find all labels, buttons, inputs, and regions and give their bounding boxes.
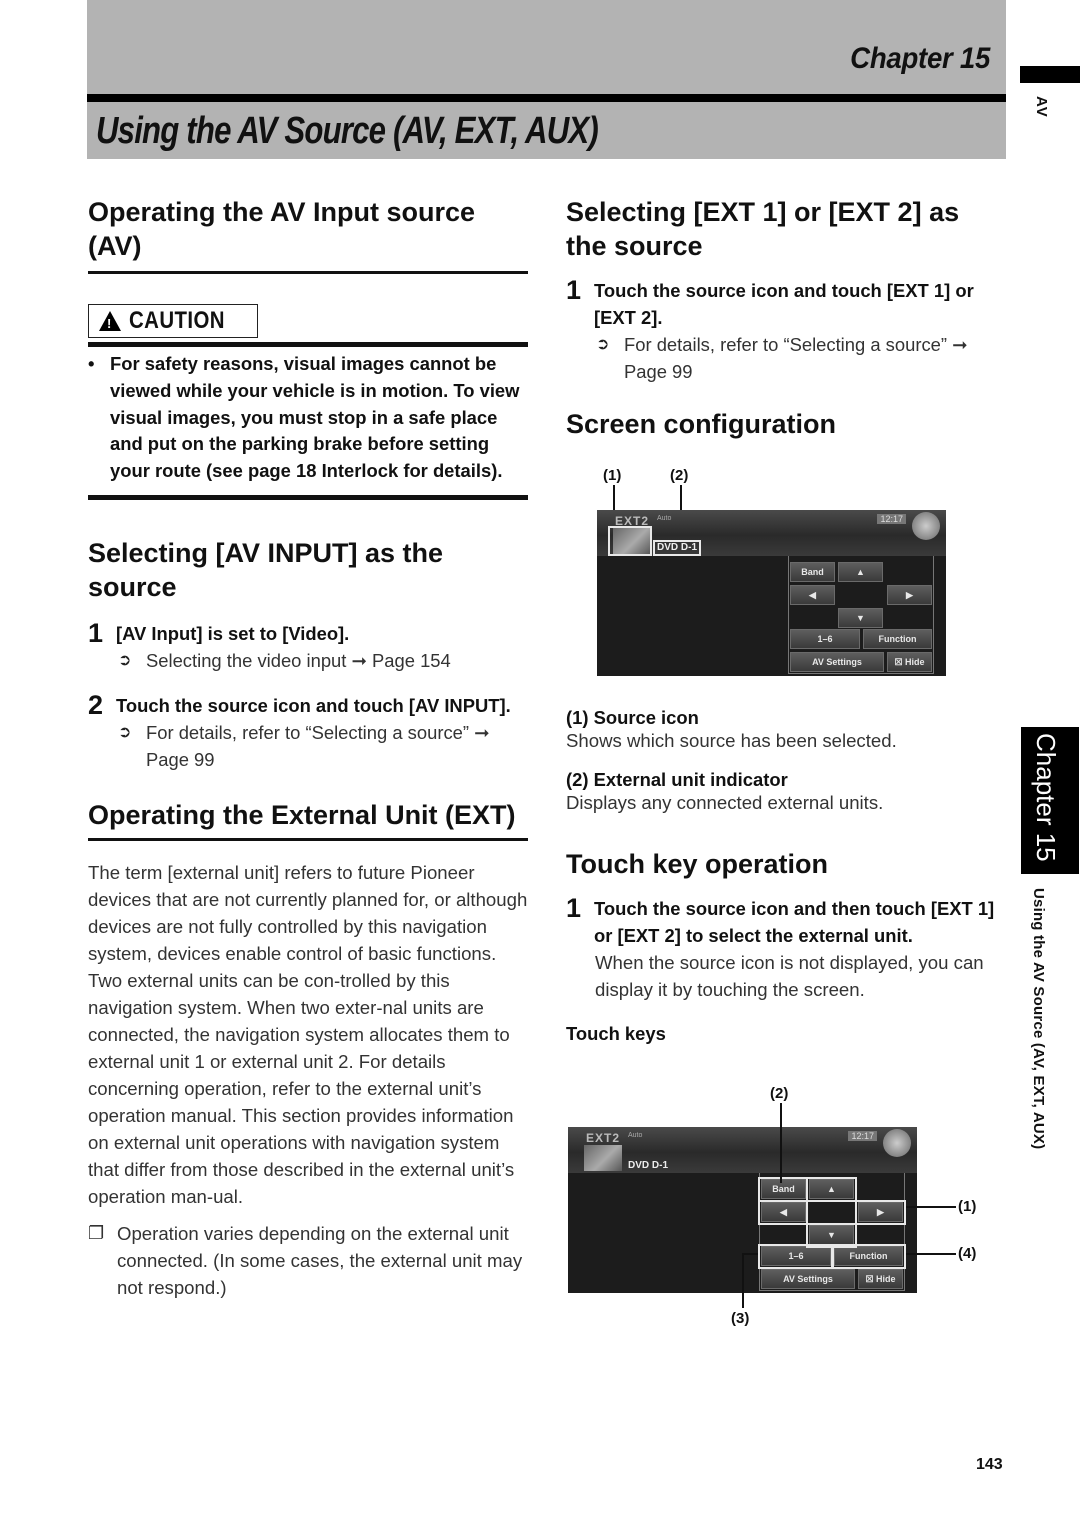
- chapter-tab-label: Chapter 15: [1031, 733, 1061, 862]
- step-1: 1 Touch the source icon and touch [EXT 1…: [566, 277, 1006, 331]
- step-text: Touch the source icon and touch [AV INPU…: [116, 694, 511, 716]
- hide-key[interactable]: ☒ Hide: [887, 652, 932, 672]
- left-column: Operating the AV Input source (AV) ! CAU…: [88, 195, 528, 1301]
- reference-arrow-icon: ➲: [118, 651, 132, 669]
- legend-label: (2) External unit indicator: [566, 769, 788, 790]
- legend-desc: Displays any connected external units.: [566, 792, 884, 813]
- heading-rule: [88, 271, 528, 274]
- step-ref: ➲ For details, refer to “Selecting a sou…: [118, 719, 528, 773]
- source-icon[interactable]: [584, 1145, 622, 1171]
- callout-leader: [906, 1206, 956, 1208]
- external-unit-description: The term [external unit] refers to futur…: [88, 861, 528, 1207]
- callout-leader: [742, 1253, 744, 1308]
- highlight-preset: [758, 1244, 834, 1269]
- touch-keys-heading: Touch keys: [566, 1023, 666, 1044]
- reference-arrow-icon: ➲: [596, 336, 610, 353]
- reference-link[interactable]: Selecting the video input ➞ Page 154: [146, 647, 451, 674]
- highlight-source-icon: [608, 526, 652, 556]
- legend-desc: Shows which source has been selected.: [566, 730, 897, 751]
- header-rule: [87, 94, 1006, 102]
- step-description: When the source icon is not displayed, y…: [595, 952, 984, 1000]
- highlight-indicator: [653, 540, 701, 556]
- callout-1: (1): [958, 1198, 977, 1215]
- external-unit-indicator: DVD D-1: [628, 1160, 669, 1171]
- step-1: 1 [AV Input] is set to [Video].: [88, 617, 528, 648]
- heading-av-input-source: Operating the AV Input source (AV): [88, 197, 476, 261]
- callout-3: (3): [731, 1310, 750, 1327]
- page-title: Using the AV Source (AV, EXT, AUX): [96, 110, 599, 152]
- heading-rule: [88, 837, 528, 841]
- page-number: 143: [976, 1456, 1003, 1473]
- clock: 12:17: [848, 1131, 877, 1141]
- up-key[interactable]: ▲: [838, 562, 883, 582]
- function-key[interactable]: Function: [863, 629, 932, 649]
- step-text: Touch the source icon and touch [EXT 1] …: [594, 280, 974, 328]
- section-tab-marker: [1020, 66, 1080, 83]
- av-settings-key[interactable]: AV Settings: [761, 1269, 855, 1289]
- right-key[interactable]: ▶: [887, 585, 932, 605]
- step-1: 1 Touch the source icon and then touch […: [566, 895, 1006, 949]
- callout-1: (1): [603, 467, 622, 484]
- source-sub: Auto: [657, 515, 672, 522]
- step-ref: ➲ For details, refer to “Selecting a sou…: [596, 331, 1006, 385]
- highlight-function: [831, 1244, 906, 1269]
- reference-link[interactable]: For details, refer to “Selecting a sourc…: [146, 719, 528, 773]
- caution-body: For safety reasons, visual images cannot…: [110, 353, 520, 482]
- callout-4: (4): [958, 1245, 977, 1262]
- step-number: 1: [566, 275, 582, 305]
- band-key[interactable]: Band: [790, 562, 835, 582]
- step-number: 1: [566, 893, 582, 923]
- callout-2: (2): [670, 467, 689, 484]
- callout-leader: [613, 485, 615, 511]
- caution-badge: ! CAUTION: [88, 304, 258, 338]
- heading-select-av-input: Selecting [AV INPUT] as the source: [88, 537, 444, 602]
- step-text: Touch the source icon and then touch [EX…: [594, 898, 995, 946]
- legend-label: (1) Source icon: [566, 707, 699, 728]
- step-2: 2 Touch the source icon and touch [AV IN…: [88, 689, 528, 720]
- callout-2: (2): [770, 1085, 789, 1102]
- warning-triangle-icon: !: [99, 311, 121, 331]
- note: ❐ Operation varies depending on the exte…: [88, 1220, 528, 1301]
- caution-text: • For safety reasons, visual images cann…: [88, 351, 528, 485]
- bullet-icon: •: [88, 353, 95, 374]
- caution-label: CAUTION: [129, 307, 225, 334]
- clock: 12:17: [877, 514, 906, 524]
- step-number: 1: [88, 617, 104, 648]
- right-column: Selecting [EXT 1] or [EXT 2] as the sour…: [566, 195, 1006, 441]
- highlight-direction-vertical: [806, 1177, 857, 1248]
- reference-link[interactable]: For details, refer to “Selecting a sourc…: [624, 331, 1006, 385]
- source-name: EXT2: [586, 1131, 621, 1145]
- note-box-icon: ❐: [88, 1222, 105, 1243]
- heading-touch-key-operation: Touch key operation: [566, 849, 829, 879]
- av-settings-key[interactable]: AV Settings: [790, 652, 884, 672]
- logo-icon: [912, 512, 940, 540]
- heading-screen-configuration: Screen configuration: [566, 409, 837, 439]
- heading-select-ext: Selecting [EXT 1] or [EXT 2] as the sour…: [566, 197, 960, 261]
- callout-leader: [742, 1253, 758, 1255]
- screen-config-legend: (1) Source icon Shows which source has b…: [566, 707, 1006, 1045]
- down-key[interactable]: ▼: [838, 608, 883, 628]
- chapter-label: Chapter 15: [850, 42, 990, 75]
- left-key[interactable]: ◀: [790, 585, 835, 605]
- running-title: Using the AV Source (AV, EXT, AUX): [1030, 888, 1047, 1150]
- heading-external-unit: Operating the External Unit (EXT): [88, 799, 516, 830]
- preset-key[interactable]: 1–6: [790, 629, 860, 649]
- source-sub: Auto: [628, 1132, 643, 1139]
- logo-icon: [883, 1129, 911, 1157]
- step-text: [AV Input] is set to [Video].: [116, 622, 350, 644]
- callout-leader: [780, 1103, 782, 1183]
- screen-config-image: EXT2 Auto 12:17 DVD D-1 Band ▲ ◀ ▶ ▼ 1–6…: [597, 510, 946, 676]
- section-tab-label: AV: [1033, 96, 1050, 118]
- highlight-band: [758, 1177, 808, 1202]
- caution-rule-bottom: [88, 494, 528, 500]
- caution-rule-top: [88, 342, 528, 347]
- callout-leader: [906, 1253, 956, 1255]
- hide-key[interactable]: ☒ Hide: [858, 1269, 903, 1289]
- step-number: 2: [88, 689, 104, 720]
- note-text: Operation varies depending on the extern…: [117, 1222, 523, 1298]
- step-ref: ➲ Selecting the video input ➞ Page 154: [118, 647, 528, 674]
- reference-arrow-icon: ➲: [118, 723, 132, 741]
